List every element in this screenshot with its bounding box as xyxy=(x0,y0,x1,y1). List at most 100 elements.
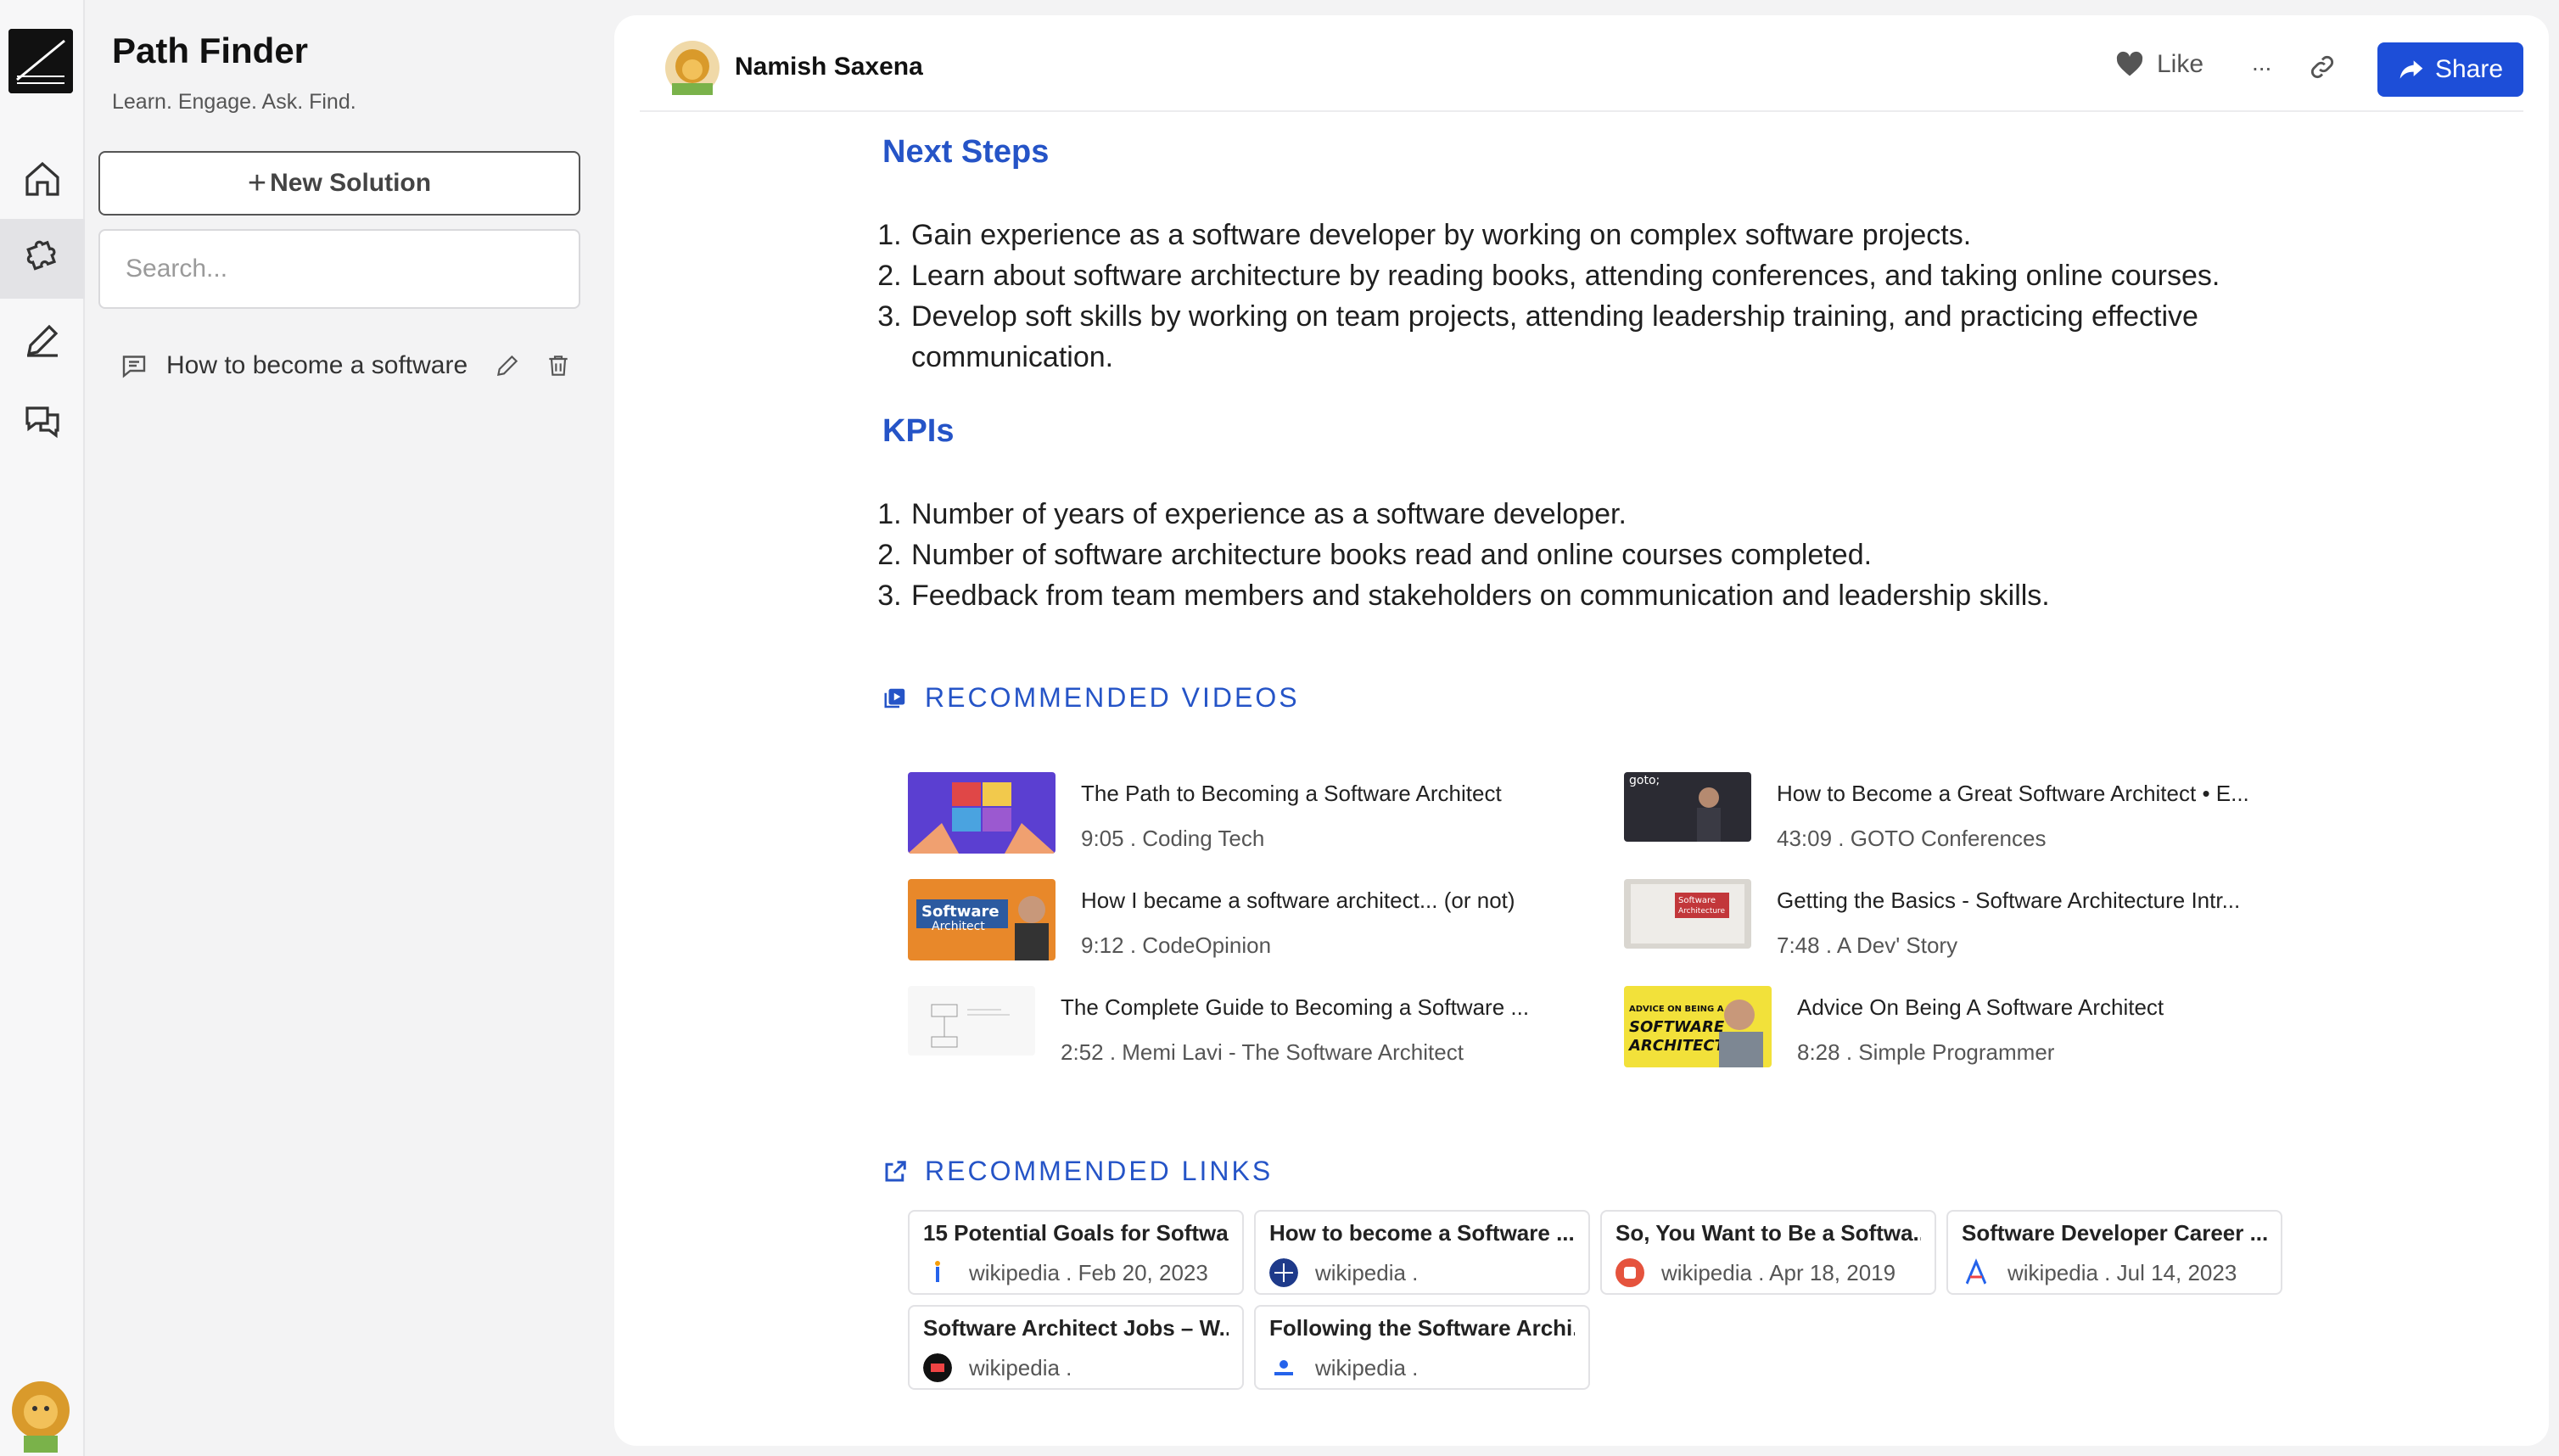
svg-text:goto;: goto; xyxy=(1629,774,1660,787)
favicon-icon xyxy=(1965,1258,1987,1285)
next-steps-list: Gain experience as a software developer … xyxy=(882,215,2240,378)
svg-text:Architect: Architect xyxy=(932,920,985,933)
app-tagline: Learn. Engage. Ask. Find. xyxy=(112,90,356,114)
video-item[interactable]: goto; How to Become a Great Software Arc… xyxy=(1624,772,2303,857)
svg-text:Software: Software xyxy=(921,903,1000,921)
favicon-icon xyxy=(923,1258,952,1287)
current-user-avatar[interactable] xyxy=(7,1376,75,1453)
search-input[interactable] xyxy=(98,229,580,309)
link-title: Following the Software Archi... xyxy=(1269,1315,1575,1341)
link-meta: wikipedia . Apr 18, 2019 xyxy=(1661,1259,1896,1285)
list-item: Gain experience as a software developer … xyxy=(910,215,2240,255)
link-title: 15 Potential Goals for Softwa... xyxy=(923,1220,1229,1246)
heart-icon xyxy=(2116,51,2143,76)
svg-text:ARCHITECT: ARCHITECT xyxy=(1627,1037,1727,1055)
user-name: Namish Saxena xyxy=(735,53,923,81)
kpis-list: Number of years of experience as a softw… xyxy=(882,494,2240,616)
link-card[interactable]: Software Architect Jobs – W... wikipedia… xyxy=(908,1305,1244,1390)
video-item[interactable]: The Complete Guide to Becoming a Softwar… xyxy=(908,986,1587,1071)
link-card[interactable]: 15 Potential Goals for Softwa... wikiped… xyxy=(908,1210,1244,1295)
video-item[interactable]: Software Architecture Getting the Basics… xyxy=(1624,879,2303,964)
thread-label: How to become a software xyxy=(166,351,468,379)
link-title: How to become a Software ... xyxy=(1269,1220,1575,1246)
video-title: The Path to Becoming a Software Architec… xyxy=(1081,781,1502,806)
more-button[interactable]: ... xyxy=(2252,49,2271,76)
new-solution-button[interactable]: + New Solution xyxy=(98,151,580,216)
video-title: Advice On Being A Software Architect xyxy=(1797,994,2164,1020)
video-thumbnail: Software Architect xyxy=(908,879,1056,960)
link-card[interactable]: How to become a Software ... wikipedia . xyxy=(1254,1210,1590,1295)
link-meta: wikipedia . xyxy=(1315,1354,1419,1380)
list-item: Develop soft skills by working on team p… xyxy=(910,296,2233,378)
sidebar: Path Finder Learn. Engage. Ask. Find. + … xyxy=(87,0,613,1456)
video-meta: 8:28 . Simple Programmer xyxy=(1797,1039,2055,1065)
video-thumbnail xyxy=(908,986,1035,1056)
edit-nav-button[interactable] xyxy=(0,300,85,380)
like-button[interactable]: Like xyxy=(2114,49,2203,80)
share-arrow-icon xyxy=(2399,60,2423,79)
kpis-heading: KPIs xyxy=(882,413,955,449)
app-title: Path Finder xyxy=(112,31,309,70)
video-thumbnail xyxy=(908,772,1056,854)
like-label: Like xyxy=(2157,50,2204,78)
chat-nav-button[interactable] xyxy=(0,382,85,462)
video-title: How I became a software architect... (or… xyxy=(1081,888,1515,913)
favicon-icon xyxy=(1269,1258,1298,1287)
pencil-icon xyxy=(26,324,59,357)
app-logo[interactable] xyxy=(8,29,73,93)
video-meta: 7:48 . A Dev' Story xyxy=(1777,932,1958,958)
share-label: Share xyxy=(2434,55,2504,83)
plus-icon: + xyxy=(247,165,267,201)
edit-icon[interactable] xyxy=(494,352,521,379)
link-meta: wikipedia . Jul 14, 2023 xyxy=(2007,1259,2237,1285)
link-meta: wikipedia . xyxy=(969,1354,1072,1380)
list-item: Number of years of experience as a softw… xyxy=(910,494,2240,535)
favicon-icon xyxy=(1269,1353,1298,1382)
list-item: Number of software architecture books re… xyxy=(910,535,2240,575)
video-meta: 9:05 . Coding Tech xyxy=(1081,826,1265,851)
top-bar: Namish Saxena Like ... Share xyxy=(640,15,2523,112)
video-title: How to Become a Great Software Architect… xyxy=(1777,781,2249,806)
user-avatar[interactable] xyxy=(665,41,720,95)
video-library-icon xyxy=(884,688,905,708)
video-item[interactable]: ADVICE ON BEING A SOFTWARE ARCHITECT Adv… xyxy=(1624,986,2303,1071)
svg-text:Software: Software xyxy=(1678,896,1716,905)
video-thumbnail: ADVICE ON BEING A SOFTWARE ARCHITECT xyxy=(1624,986,1772,1067)
chat-icon xyxy=(25,406,59,439)
video-item[interactable]: Software Architect How I became a softwa… xyxy=(908,879,1587,964)
external-link-icon xyxy=(885,1160,906,1181)
favicon-icon xyxy=(923,1353,952,1382)
home-nav-button[interactable] xyxy=(0,139,85,219)
puzzle-icon xyxy=(26,240,57,271)
video-thumbnail: goto; xyxy=(1624,772,1751,842)
trash-icon[interactable] xyxy=(545,352,572,379)
share-button[interactable]: Share xyxy=(2377,42,2523,97)
home-icon xyxy=(25,161,59,196)
recommended-links-heading: RECOMMENDED LINKS xyxy=(882,1156,1273,1187)
link-meta: wikipedia . Feb 20, 2023 xyxy=(969,1259,1208,1285)
link-icon[interactable] xyxy=(2308,53,2337,81)
main-panel: Namish Saxena Like ... Share Next Steps … xyxy=(614,15,2549,1446)
video-item[interactable]: The Path to Becoming a Software Architec… xyxy=(908,772,1587,857)
link-title: So, You Want to Be a Softwa... xyxy=(1615,1220,1921,1246)
list-item: Learn about software architecture by rea… xyxy=(910,255,2233,296)
list-item: Feedback from team members and stakehold… xyxy=(910,575,2240,616)
svg-text:ADVICE ON BEING A: ADVICE ON BEING A xyxy=(1629,1005,1724,1014)
message-icon xyxy=(122,356,146,378)
link-card[interactable]: So, You Want to Be a Softwa... wikipedia… xyxy=(1600,1210,1936,1295)
next-steps-heading: Next Steps xyxy=(882,134,1050,170)
svg-text:SOFTWARE: SOFTWARE xyxy=(1629,1018,1725,1036)
video-thumbnail: Software Architecture xyxy=(1624,879,1751,949)
link-meta: wikipedia . xyxy=(1315,1259,1419,1285)
link-card[interactable]: Software Developer Career ... wikipedia … xyxy=(1946,1210,2282,1295)
video-meta: 2:52 . Memi Lavi - The Software Architec… xyxy=(1061,1039,1464,1065)
thread-item[interactable]: How to become a software xyxy=(119,344,594,387)
video-title: The Complete Guide to Becoming a Softwar… xyxy=(1061,994,1530,1020)
video-meta: 43:09 . GOTO Conferences xyxy=(1777,826,2047,851)
link-card[interactable]: Following the Software Archi... wikipedi… xyxy=(1254,1305,1590,1390)
video-title: Getting the Basics - Software Architectu… xyxy=(1777,888,2241,913)
svg-text:Architecture: Architecture xyxy=(1678,907,1726,916)
solutions-nav-button[interactable] xyxy=(0,219,85,299)
recommended-videos: The Path to Becoming a Software Architec… xyxy=(908,772,2350,1078)
icon-rail xyxy=(0,0,85,1456)
